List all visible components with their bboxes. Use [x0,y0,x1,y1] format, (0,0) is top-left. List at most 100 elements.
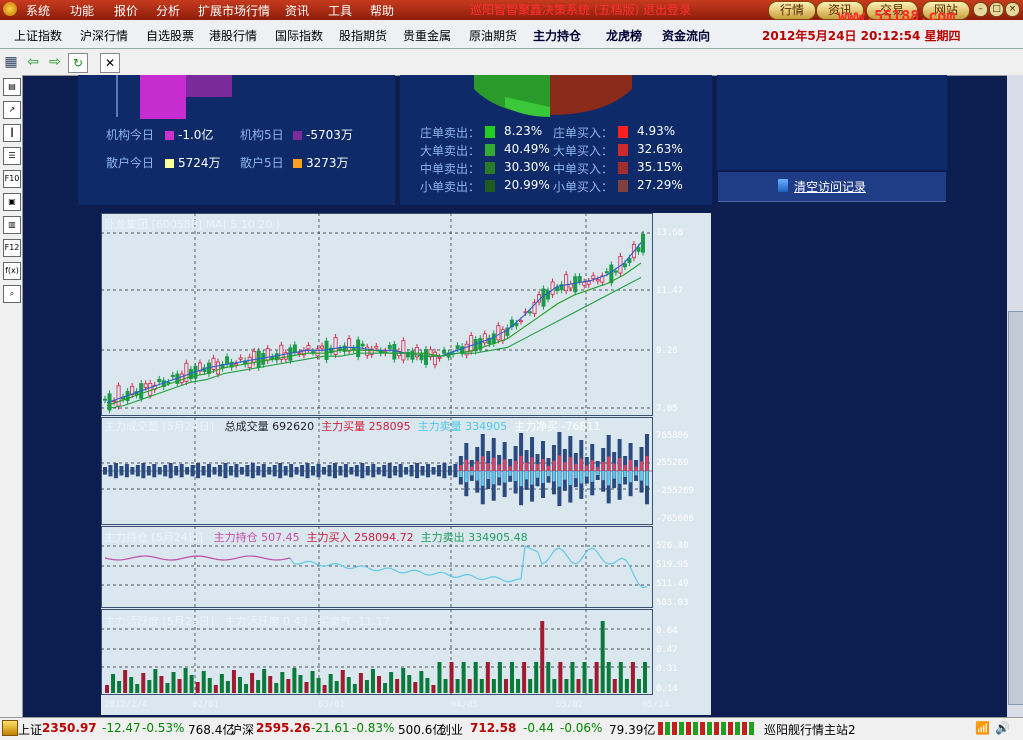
nav-dragon-tiger[interactable]: 龙虎榜 [606,27,642,44]
x-axis-label: 05/02 [556,700,584,710]
sell-bar [568,471,572,485]
activity-bar [643,662,647,693]
clear-history-row[interactable]: 清空访问记录 [718,172,946,202]
nav-precious-metals[interactable]: 贵重金属 [403,27,451,44]
volume-bar-down [130,471,135,475]
buy-bar [601,461,605,471]
activity-bar [165,683,170,693]
activity-bar [189,675,194,693]
volume-bar-up [261,464,266,471]
retail-today-label: 散户今日 [106,156,155,170]
buy-bar [612,463,616,471]
activity-bar [177,679,182,693]
order-stat-swatch [485,144,495,156]
report-icon[interactable]: ▣ [3,193,21,211]
list-view-icon[interactable]: ▤ [3,78,21,96]
nav-intl-index[interactable]: 国际指数 [275,27,323,44]
pie-chart [474,75,632,117]
volume-bar-down [174,471,179,476]
layout-icon[interactable]: ▦ [2,53,20,71]
refresh-icon[interactable]: ↻ [68,53,88,73]
calendar-icon[interactable]: ▥ [3,216,21,234]
volume-bar-up [108,465,113,471]
vertical-scrollbar[interactable] [1007,75,1023,717]
menu-item-system[interactable]: 系统 [26,2,50,19]
activity-bar [467,679,472,693]
activity-bar [582,662,587,693]
volume-bar-up [163,465,168,471]
sell-bar [552,471,556,482]
activity-bar [159,676,164,693]
nav-watchlist[interactable]: 自选股票 [146,27,194,44]
formula-icon[interactable]: f(x) [3,262,21,280]
retail-5day-value: 3273万 [289,154,349,171]
menu-item-extended-market[interactable]: 扩展市场行情 [198,2,270,19]
candle-body [410,350,415,360]
activity-bar [558,662,563,693]
activity-bar [141,673,146,693]
back-arrow-icon[interactable]: ⇦ [24,53,42,71]
line-chart-icon[interactable]: ↗ [3,101,21,119]
institution-5day-value: -5703万 [289,126,353,143]
volume-bar-up [365,466,370,471]
menu-item-quote[interactable]: 报价 [114,2,138,19]
close-tab-icon[interactable]: ✕ [100,53,120,73]
candle-body [604,271,609,274]
volume-bar-down [223,471,228,479]
datetime-display: 2012年5月24日 20:12:54 星期四 [762,29,961,43]
candle-body [582,281,587,286]
activity-bar [431,685,436,693]
forward-arrow-icon[interactable]: ⇨ [46,53,64,71]
cy-value: 712.58 [470,721,517,735]
activity-bar [395,679,400,693]
nav-sh-index[interactable]: 上证指数 [14,27,62,44]
activity-bar [195,682,200,693]
buy-bar [552,460,556,471]
nav-hk-market[interactable]: 港股行情 [209,27,257,44]
volume-bar-down [415,471,420,479]
sell-bar [629,471,633,483]
nav-main-holdings[interactable]: 主力持仓 [533,27,581,44]
volume-bar-up [234,464,239,471]
volume-bar-up [135,465,140,471]
candle-body [550,281,555,295]
legend-swatch [165,131,174,140]
nav-index-futures[interactable]: 股指期货 [339,27,387,44]
sell-bar [634,471,638,476]
menu-item-tools[interactable]: 工具 [328,2,352,19]
menu-item-news[interactable]: 资讯 [285,2,309,19]
activity-bar [105,685,109,693]
search-icon[interactable]: ⌕ [3,285,21,303]
nav-hs-market[interactable]: 沪深行情 [80,27,128,44]
menu-item-function[interactable]: 功能 [70,2,94,19]
nav-capital-flow[interactable]: 资金流向 [662,27,710,44]
candle-body [157,378,162,383]
candle-body [433,351,438,366]
candlestick-icon[interactable]: ┃ [3,124,21,142]
buy-bar [546,465,550,471]
candle-body [179,373,184,383]
volume-bar-up [300,465,305,471]
scrollbar-thumb[interactable] [1008,311,1023,705]
menu-item-analysis[interactable]: 分析 [156,2,180,19]
volume-bar-down [283,471,288,476]
news-list-icon[interactable]: ☰ [3,147,21,165]
close-icon[interactable]: × [1005,2,1020,17]
f10-icon[interactable]: F10 [3,170,21,188]
activity-bar [244,684,249,693]
clear-history-link[interactable]: 清空访问记录 [794,178,866,195]
minimize-icon[interactable]: – [973,2,988,17]
maximize-icon[interactable]: □ [989,2,1004,17]
institution-5day-label: 机构5日 [240,128,284,142]
nav-crude-oil[interactable]: 原油期货 [469,27,517,44]
f12-icon[interactable]: F12 [3,239,21,257]
volume-bar-up [371,464,376,471]
candle-body [491,333,496,344]
candle-body [297,352,302,355]
candle-body [206,362,211,374]
menu-item-help[interactable]: 帮助 [370,2,394,19]
left-tool-sidebar: ▤ ↗ ┃ ☰ F10 ▣ ▥ F12 f(x) ⌕ [0,75,23,717]
order-stat-swatch [618,144,628,156]
quote-pill-button[interactable]: 行情 [768,1,816,20]
trash-icon [778,179,788,192]
